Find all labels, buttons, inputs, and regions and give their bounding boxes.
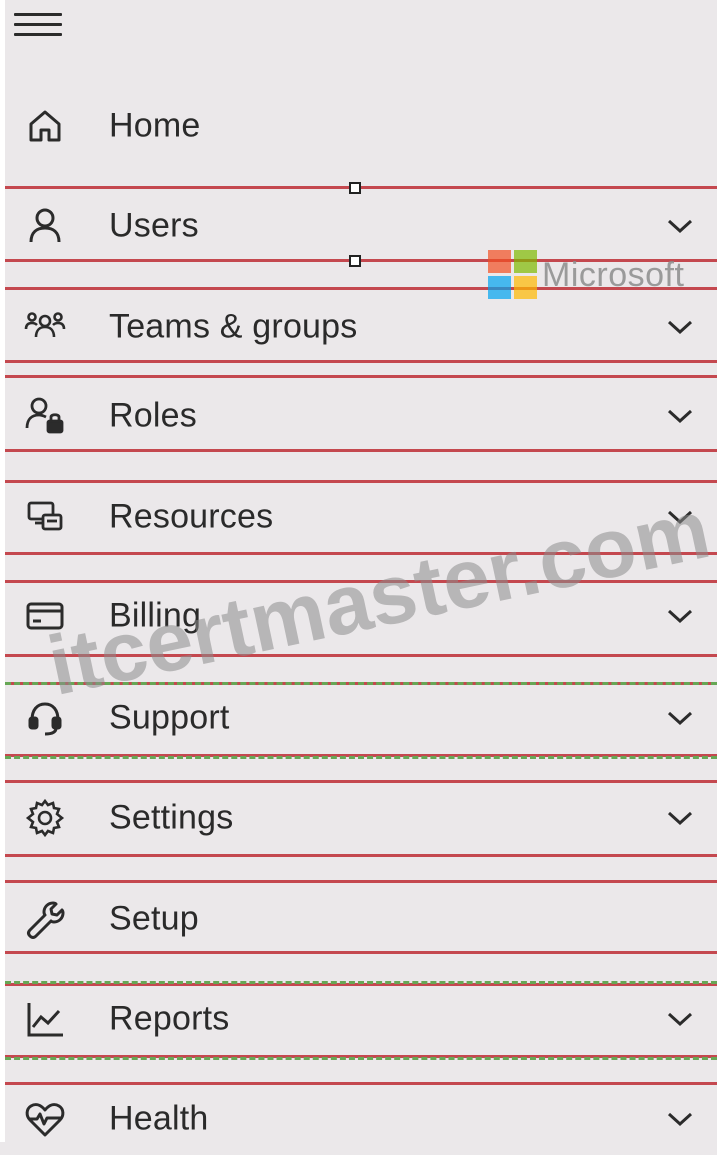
microsoft-grid-icon — [488, 250, 538, 300]
nav-item-reports[interactable]: Reports — [5, 983, 717, 1055]
nav-item-roles[interactable]: Roles — [5, 380, 717, 452]
nav-label-users: Users — [109, 206, 199, 245]
divider — [5, 1082, 717, 1085]
heart-pulse-icon — [21, 1097, 69, 1141]
chevron-down-icon[interactable] — [663, 706, 697, 730]
divider — [5, 375, 717, 378]
nav-label-roles: Roles — [109, 396, 197, 435]
nav-label-setup: Setup — [109, 899, 199, 938]
nav-label-support: Support — [109, 698, 230, 737]
gear-icon — [21, 796, 69, 840]
divider — [5, 449, 717, 452]
nav-item-settings[interactable]: Settings — [5, 782, 717, 854]
divider — [5, 951, 717, 954]
dashed-divider — [5, 756, 717, 759]
divider — [5, 880, 717, 883]
nav-item-setup[interactable]: Setup — [5, 883, 717, 955]
resize-handle[interactable] — [349, 182, 361, 194]
microsoft-logo: Microsoft — [488, 250, 717, 300]
dashed-divider — [5, 981, 717, 984]
nav-label-teams-groups: Teams & groups — [109, 307, 358, 346]
nav-label-health: Health — [109, 1099, 209, 1138]
nav-item-teams-groups[interactable]: Teams & groups — [5, 291, 717, 363]
nav-item-health[interactable]: Health — [5, 1083, 717, 1155]
nav-label-home: Home — [109, 106, 201, 145]
chevron-down-icon[interactable] — [663, 806, 697, 830]
divider — [5, 780, 717, 783]
dashed-divider — [5, 1057, 717, 1060]
nav-label-settings: Settings — [109, 798, 234, 837]
roles-icon — [21, 394, 69, 438]
chevron-down-icon[interactable] — [663, 214, 697, 238]
user-icon — [21, 204, 69, 248]
home-icon — [21, 104, 69, 148]
chevron-down-icon[interactable] — [663, 604, 697, 628]
line-chart-icon — [21, 997, 69, 1041]
teams-groups-icon — [21, 305, 69, 349]
chevron-down-icon[interactable] — [663, 1007, 697, 1031]
microsoft-logo-text: Microsoft — [542, 255, 685, 294]
nav-label-resources: Resources — [109, 497, 274, 536]
wrench-icon — [21, 897, 69, 941]
left-edge — [0, 0, 5, 1142]
hamburger-menu-icon[interactable] — [14, 10, 62, 40]
divider — [5, 854, 717, 857]
divider — [5, 360, 717, 363]
chevron-down-icon[interactable] — [663, 1107, 697, 1131]
resize-handle[interactable] — [349, 255, 361, 267]
nav-label-reports: Reports — [109, 999, 230, 1038]
divider — [5, 480, 717, 483]
chevron-down-icon[interactable] — [663, 404, 697, 428]
divider — [5, 186, 717, 189]
nav-item-home[interactable]: Home — [5, 90, 717, 162]
chevron-down-icon[interactable] — [663, 315, 697, 339]
resources-icon — [21, 495, 69, 539]
